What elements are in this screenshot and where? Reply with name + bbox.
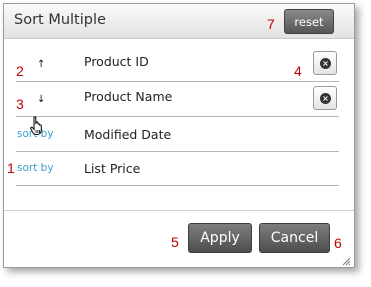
sort-row-product-id: ↑ Product ID ×	[16, 47, 339, 82]
remove-sort-button[interactable]: ×	[313, 86, 337, 110]
callout-3: 3	[16, 96, 24, 112]
column-name: Product Name	[84, 89, 173, 104]
close-icon: ×	[320, 58, 331, 69]
apply-button[interactable]: Apply	[188, 223, 252, 253]
reset-button[interactable]: reset	[284, 9, 334, 34]
sort-multiple-dialog: Sort Multiple reset ↑ Product ID × ↓ Pro…	[3, 3, 355, 268]
cancel-button[interactable]: Cancel	[259, 223, 330, 253]
callout-1: 1	[7, 160, 15, 176]
callout-5: 5	[171, 234, 179, 250]
sort-row-list-price: sort by List Price	[16, 151, 339, 186]
column-name: Modified Date	[84, 127, 172, 142]
sort-row-modified-date: sort by Modified Date	[16, 117, 339, 152]
dialog-header[interactable]: Sort Multiple reset	[4, 4, 354, 39]
sort-descending-arrow-icon[interactable]: ↓	[37, 94, 45, 105]
hand-pointer-icon	[30, 116, 42, 135]
dialog-title: Sort Multiple	[14, 12, 106, 28]
sort-ascending-arrow-icon[interactable]: ↑	[37, 59, 45, 70]
sort-by-link[interactable]: sort by	[17, 162, 54, 174]
column-name: List Price	[84, 161, 141, 176]
close-icon: ×	[320, 93, 331, 104]
callout-6: 6	[334, 235, 342, 251]
footer-divider	[4, 210, 354, 211]
remove-sort-button[interactable]: ×	[313, 51, 337, 75]
sort-row-product-name: ↓ Product Name ×	[16, 82, 339, 117]
callout-7: 7	[267, 16, 275, 32]
column-name: Product ID	[84, 54, 149, 69]
resize-grip-icon[interactable]	[342, 257, 351, 266]
callout-2: 2	[16, 63, 24, 79]
callout-4: 4	[294, 63, 302, 79]
